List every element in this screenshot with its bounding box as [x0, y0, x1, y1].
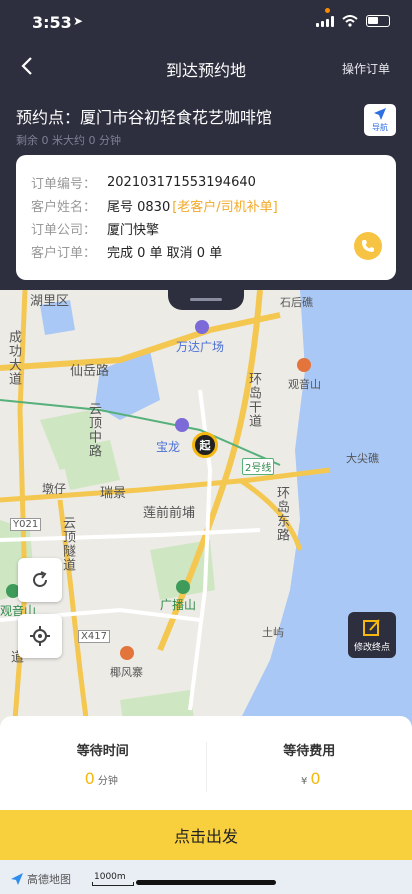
home-indicator[interactable]: [136, 880, 276, 885]
location-arrow-icon: ➤: [73, 14, 84, 28]
phone-icon: [362, 240, 374, 252]
battery-icon: [366, 15, 390, 27]
park-poi-icon: [176, 580, 190, 594]
depart-button[interactable]: 点击出发: [0, 810, 412, 860]
order-row-key: 客户订单：: [31, 246, 97, 261]
wait-time-title: 等待时间: [76, 744, 129, 759]
order-row-key: 订单编号：: [31, 177, 97, 192]
map-label-y021: Y021: [10, 518, 42, 531]
map-label-shigu: 石后礁: [280, 296, 313, 309]
map-scale-bar: [92, 882, 134, 886]
wait-fee-value: 0: [310, 769, 321, 788]
navigate-button[interactable]: 导航: [364, 104, 396, 136]
wait-time-value: 0: [84, 769, 95, 788]
order-number: 20210317155319464​0: [107, 175, 256, 190]
mall-poi-icon: [175, 418, 189, 432]
wait-fee-stat: 等待费用 ¥0: [207, 716, 412, 810]
map-label-chenggong: 成功大道: [6, 330, 21, 386]
status-time: 3:53: [32, 13, 72, 32]
map-label-xianyue: 仙岳路: [70, 364, 110, 379]
refresh-icon: [33, 571, 47, 587]
map-label-huandao-qian: 环岛干道: [246, 372, 261, 428]
wait-fee-title: 等待费用: [283, 744, 336, 759]
order-row: 客户姓名： 尾号 0830 [老客户/司机补单]: [31, 194, 396, 217]
status-bar: 3:53 ➤: [0, 0, 412, 44]
destination-label: 预约点：厦门市谷初轻食花艺咖啡馆: [16, 108, 273, 127]
refresh-button[interactable]: [18, 558, 62, 602]
navigate-arrow-icon: [374, 108, 386, 120]
scenic-poi-icon: [120, 646, 134, 660]
call-customer-button[interactable]: [354, 232, 382, 260]
map-label-line2: 2号线: [242, 458, 275, 475]
wifi-icon: [342, 15, 358, 27]
map-scale-label: 1000m: [94, 872, 126, 882]
start-pin-label: 起: [199, 439, 211, 452]
customer-name: 尾号 0830: [107, 200, 171, 215]
map-label-yunding-zhong: 云顶中路: [86, 402, 101, 458]
drag-handle[interactable]: [168, 290, 244, 310]
map-label-dunzi: 墩仔: [42, 482, 67, 496]
customer-tag: [老客户/司机补单]: [172, 200, 278, 215]
map-label-dajian: 大尖礁: [346, 452, 379, 465]
mall-poi-icon: [195, 320, 209, 334]
header-panel: 3:53 ➤ 到达预约地 操作订单 预约点：厦门市谷初轻食花艺咖啡馆 剩余 0 …: [0, 0, 412, 290]
operate-order-button[interactable]: 操作订单: [342, 60, 390, 77]
start-pin-marker[interactable]: 起: [192, 432, 218, 458]
order-row-key: 客户姓名：: [31, 200, 97, 215]
locate-button[interactable]: [18, 614, 62, 658]
privacy-indicator-icon: [325, 8, 330, 13]
navigate-button-label: 导航: [372, 123, 388, 132]
map-label-yefeng: 椰风寨: [110, 666, 143, 679]
wait-time-stat: 等待时间 0 分钟: [0, 716, 206, 810]
customer-orders: 完成 0 单 取消 0 单: [107, 246, 223, 261]
map-label-huli: 湖里区: [30, 294, 70, 309]
nav-bar: 到达预约地 操作订单: [0, 44, 412, 90]
map-footer: 高德地图 1000m: [0, 860, 412, 894]
order-company: 厦门快擎: [107, 223, 160, 238]
wait-time-unit: 分钟: [97, 776, 118, 787]
order-row: 订单公司： 厦门快擎: [31, 217, 396, 240]
map-label-x417: X417: [78, 630, 110, 643]
locate-icon: [30, 626, 50, 646]
map-label-huandao-nan: 环岛东路: [274, 486, 289, 542]
amap-label: 高德地图: [27, 873, 71, 886]
signal-icon: [316, 15, 334, 27]
map-label-guanyinshan: 观音山: [288, 378, 321, 391]
order-row-key: 订单公司：: [31, 223, 97, 238]
edit-icon: [363, 618, 380, 636]
edit-destination-label: 修改终点: [353, 642, 390, 653]
map-label-lianqian: 莲前前埔: [143, 506, 196, 521]
wait-fee-currency: ¥: [300, 776, 308, 787]
order-row: 订单编号： 20210317155319464​0: [31, 171, 396, 194]
map-label-guangboshan: 广播山: [160, 598, 197, 612]
edit-destination-button[interactable]: 修改终点: [348, 612, 396, 658]
map-label-ruijing: 瑞景: [100, 486, 127, 501]
order-card: 订单编号： 20210317155319464​0 客户姓名： 尾号 0830 …: [16, 155, 396, 280]
map-label-wanda: 万达广场: [176, 340, 225, 354]
wait-stats-panel: 等待时间 0 分钟 等待费用 ¥0: [0, 716, 412, 810]
map-label-tuyu: 土屿: [262, 626, 284, 639]
order-row: 客户订单： 完成 0 单 取消 0 单: [31, 240, 396, 263]
amap-logo-icon: [11, 873, 23, 885]
amap-logo: 高德地图: [10, 871, 71, 887]
destination-remaining: 剩余 0 米大约 0 分钟: [16, 134, 121, 147]
map-label-baolong: 宝龙: [156, 440, 181, 454]
scenic-poi-icon: [297, 358, 311, 372]
